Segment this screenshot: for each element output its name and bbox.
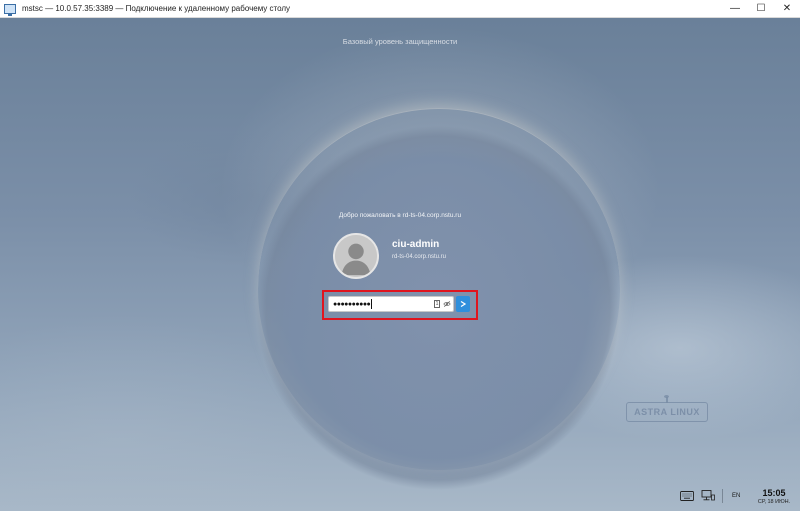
security-level-label: Базовый уровень защищенности	[342, 37, 458, 46]
user-avatar	[333, 233, 379, 279]
clock-date[interactable]: СР, 18 ИЮН.	[752, 499, 796, 505]
tray-network[interactable]	[701, 487, 715, 505]
maximize-button[interactable]: ☐	[748, 0, 774, 18]
remote-desktop-screen: Базовый уровень защищенности Добро пожал…	[0, 18, 800, 511]
login-submit-button[interactable]	[456, 296, 470, 312]
astra-linux-logo: ASTRA LINUX	[626, 395, 708, 422]
background-ring	[258, 108, 620, 470]
close-button[interactable]: ✕	[774, 0, 800, 18]
tray-separator	[722, 489, 723, 503]
eye-icon[interactable]	[443, 300, 451, 308]
text-caret	[371, 299, 373, 309]
language-indicator[interactable]: EN	[732, 493, 740, 499]
password-value: ●●●●●●●●●●	[333, 300, 371, 308]
window-title: mstsc — 10.0.57.35:3389 — Подключение к …	[22, 4, 291, 13]
clock-time[interactable]: 15:05	[755, 488, 793, 498]
network-icon	[701, 490, 715, 501]
minimize-button[interactable]: —	[722, 0, 748, 18]
window-titlebar[interactable]: mstsc — 10.0.57.35:3389 — Подключение к …	[0, 0, 800, 18]
arrow-right-icon	[460, 301, 466, 307]
keyboard-layout-indicator: 1	[434, 300, 440, 308]
username-label: ciu-admin	[392, 239, 440, 250]
window-controls: — ☐ ✕	[722, 0, 800, 18]
tray-keyboard[interactable]	[680, 487, 694, 505]
remote-desktop-icon	[4, 3, 16, 16]
domain-label: rd-ts-04.corp.nstu.ru	[392, 254, 447, 260]
welcome-message: Добро пожаловать в rd-ts-04.corp.nstu.ru	[338, 212, 462, 219]
keyboard-icon	[680, 491, 694, 501]
password-input[interactable]: ●●●●●●●●●● 1	[328, 296, 454, 312]
avatar-icon	[335, 235, 377, 277]
